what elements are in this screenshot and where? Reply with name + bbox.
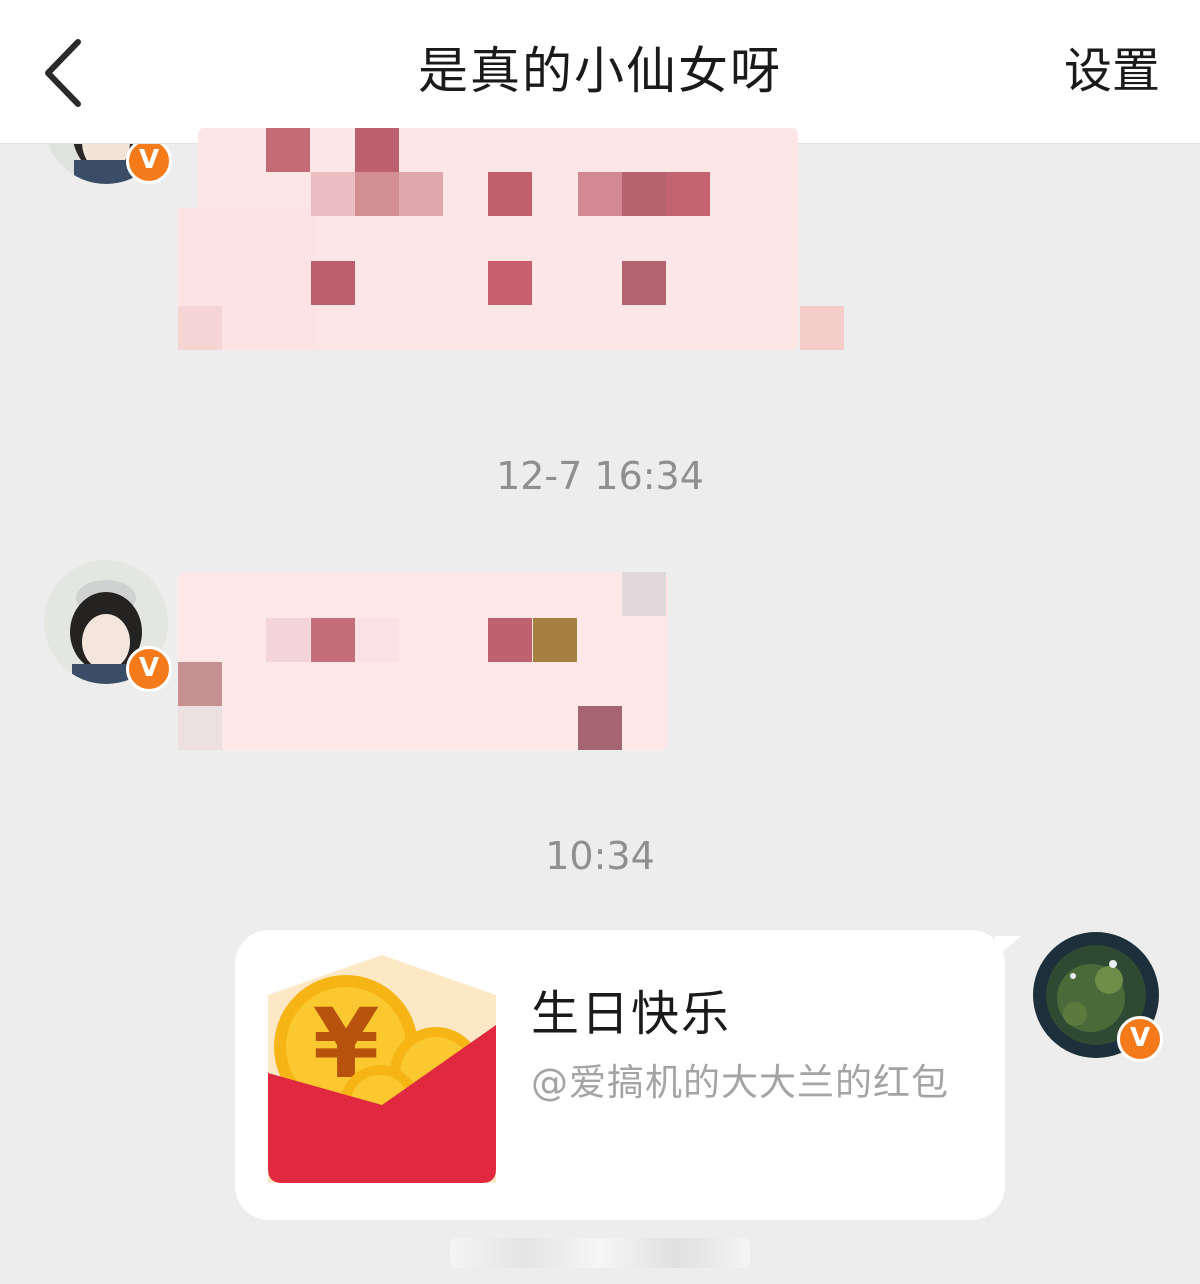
- verified-badge: V: [126, 144, 172, 184]
- censored-sticker-image[interactable]: [178, 128, 846, 358]
- red-packet-message[interactable]: ¥ 生日快乐 @爱搞机的大大兰的红包: [235, 930, 1005, 1220]
- red-packet-icon: ¥: [268, 955, 496, 1183]
- settings-button[interactable]: 设置: [1064, 0, 1160, 143]
- verified-badge: V: [126, 646, 172, 692]
- red-packet-title: 生日快乐: [531, 986, 732, 1042]
- timestamp: 12-7 16:34: [496, 454, 704, 498]
- censored-sticker-image[interactable]: [178, 572, 668, 752]
- back-button[interactable]: [30, 30, 100, 110]
- timestamp: 10:34: [545, 834, 655, 878]
- verified-badge: V: [1117, 1016, 1163, 1062]
- chevron-left-icon: [45, 39, 81, 107]
- chat-title: 是真的小仙女呀: [418, 42, 782, 100]
- red-packet-subtitle: @爱搞机的大大兰的红包: [531, 1061, 949, 1104]
- my-avatar[interactable]: V: [1033, 932, 1163, 1062]
- censored-text: [450, 1238, 750, 1268]
- contact-avatar[interactable]: V: [44, 560, 172, 692]
- top-bar: 是真的小仙女呀 设置: [0, 0, 1200, 144]
